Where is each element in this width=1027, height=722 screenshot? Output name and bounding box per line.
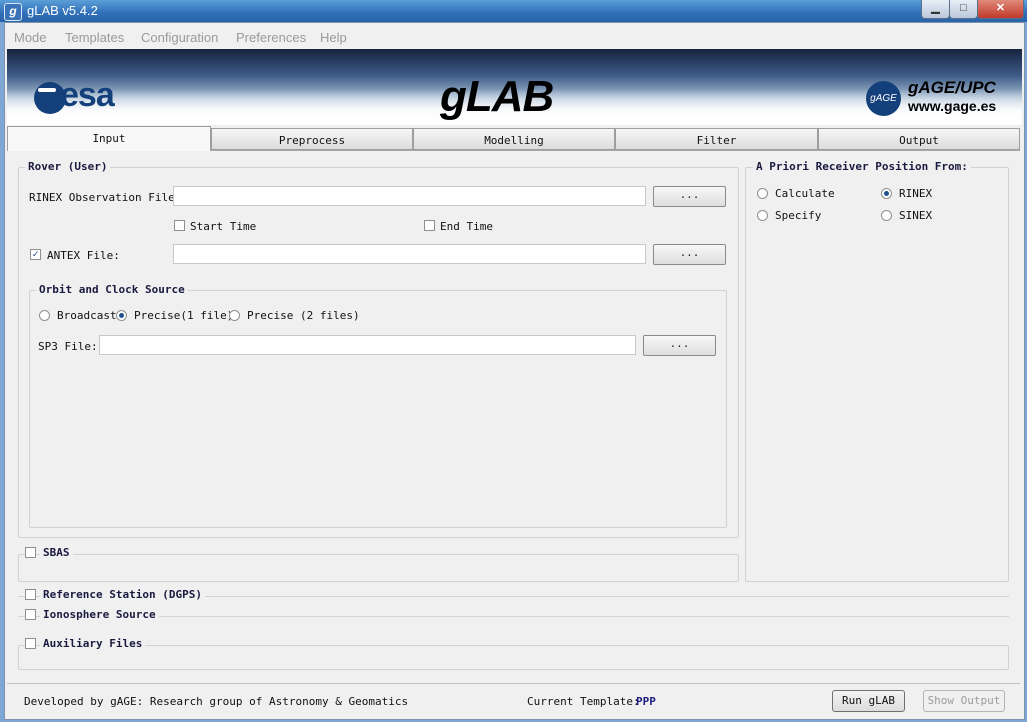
antex-file-label: ANTEX File: bbox=[47, 249, 120, 262]
precise-2-files-label: Precise (2 files) bbox=[247, 309, 360, 322]
calculate-label: Calculate bbox=[775, 187, 835, 200]
menu-help[interactable]: Help bbox=[320, 30, 347, 45]
auxiliary-label: Auxiliary Files bbox=[40, 637, 146, 650]
sinex-radio[interactable] bbox=[881, 210, 892, 221]
close-button[interactable]: ✕ bbox=[977, 0, 1024, 19]
sbas-group bbox=[18, 554, 739, 582]
iono-separator bbox=[18, 616, 1009, 617]
specify-label: Specify bbox=[775, 209, 822, 222]
maximize-icon: □ bbox=[960, 2, 967, 14]
rover-title: Rover (User) bbox=[25, 160, 111, 173]
tab-output[interactable]: Output bbox=[818, 128, 1020, 150]
gage-logo-icon: gAGE bbox=[866, 81, 901, 116]
precise-1-file-label: Precise(1 file) bbox=[134, 309, 234, 322]
specify-radio[interactable] bbox=[757, 210, 768, 221]
tab-preprocess[interactable]: Preprocess bbox=[211, 128, 413, 150]
broadcast-radio[interactable] bbox=[39, 310, 50, 321]
esa-logo-mark bbox=[38, 88, 56, 92]
sp3-browse-button[interactable]: ... bbox=[643, 335, 716, 356]
precise-2-files-radio[interactable] bbox=[229, 310, 240, 321]
rinex-file-label: RINEX Observation File: bbox=[29, 191, 182, 204]
end-time-label: End Time bbox=[440, 220, 493, 233]
window-title: gLAB v5.4.2 bbox=[27, 3, 98, 18]
tab-modelling[interactable]: Modelling bbox=[413, 128, 615, 150]
minimize-button[interactable]: ▁ bbox=[921, 0, 950, 19]
sp3-file-label: SP3 File: bbox=[38, 340, 98, 353]
maximize-button[interactable]: □ bbox=[949, 0, 978, 19]
apriori-group bbox=[745, 167, 1009, 582]
glab-logo: gLAB bbox=[440, 72, 554, 121]
start-time-label: Start Time bbox=[190, 220, 257, 233]
rinex-position-radio[interactable] bbox=[881, 188, 892, 199]
apriori-title: A Priori Receiver Position From: bbox=[753, 160, 971, 173]
ionosphere-label: Ionosphere Source bbox=[40, 608, 159, 621]
antex-browse-button[interactable]: ... bbox=[653, 244, 726, 265]
title-bar[interactable] bbox=[0, 0, 1027, 22]
orbit-clock-title: Orbit and Clock Source bbox=[36, 283, 188, 296]
antex-checkbox[interactable]: ✓ bbox=[30, 249, 41, 260]
aux-group bbox=[18, 645, 1009, 670]
rinex-position-label: RINEX bbox=[899, 187, 933, 200]
auxiliary-checkbox[interactable] bbox=[25, 638, 36, 649]
show-output-button[interactable]: Show Output bbox=[923, 690, 1005, 712]
ionosphere-checkbox[interactable] bbox=[25, 609, 36, 620]
current-template-value: PPP bbox=[636, 695, 656, 708]
tab-input[interactable]: Input bbox=[7, 126, 211, 151]
menu-templates[interactable]: Templates bbox=[65, 30, 124, 45]
dgps-checkbox[interactable] bbox=[25, 589, 36, 600]
run-glab-button[interactable]: Run gLAB bbox=[832, 690, 905, 712]
app-icon: g bbox=[4, 3, 22, 21]
broadcast-label: Broadcast bbox=[57, 309, 117, 322]
menu-mode[interactable]: Mode bbox=[14, 30, 47, 45]
start-time-checkbox[interactable] bbox=[174, 220, 185, 231]
menu-configuration[interactable]: Configuration bbox=[141, 30, 218, 45]
esa-logo-text: esa bbox=[60, 76, 115, 114]
sp3-file-input[interactable] bbox=[99, 335, 636, 355]
tab-filter[interactable]: Filter bbox=[615, 128, 818, 150]
minimize-icon: ▁ bbox=[931, 2, 940, 14]
menu-preferences[interactable]: Preferences bbox=[236, 30, 306, 45]
orbit-clock-group bbox=[29, 290, 727, 528]
dgps-label: Reference Station (DGPS) bbox=[40, 588, 205, 601]
precise-1-file-radio[interactable] bbox=[116, 310, 127, 321]
close-icon: ✕ bbox=[995, 2, 1006, 14]
developer-credit: Developed by gAGE: Research group of Ast… bbox=[24, 695, 409, 708]
calculate-radio[interactable] bbox=[757, 188, 768, 199]
sbas-label: SBAS bbox=[40, 546, 73, 559]
sinex-label: SINEX bbox=[899, 209, 933, 222]
rinex-file-input[interactable] bbox=[173, 186, 646, 206]
gage-url: www.gage.es bbox=[908, 98, 997, 114]
sbas-checkbox[interactable] bbox=[25, 547, 36, 558]
gage-name: gAGE/UPC bbox=[908, 78, 996, 97]
antex-file-input[interactable] bbox=[173, 244, 646, 264]
current-template-label: Current Template: bbox=[527, 695, 640, 708]
end-time-checkbox[interactable] bbox=[424, 220, 435, 231]
rinex-browse-button[interactable]: ... bbox=[653, 186, 726, 207]
